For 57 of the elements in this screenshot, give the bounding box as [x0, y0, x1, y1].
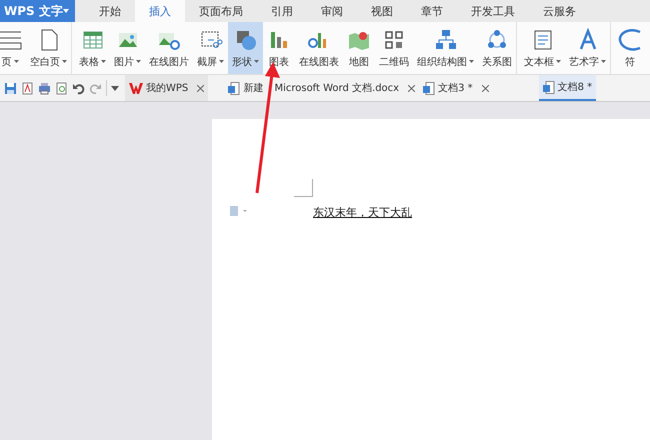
ribbon-tab[interactable]: 页面布局 — [185, 0, 257, 22]
margin-corner-mark — [294, 179, 313, 197]
ribbon-tab[interactable]: 开发工具 — [457, 0, 529, 22]
caret-icon — [254, 60, 259, 63]
ribbon-tab[interactable]: 视图 — [357, 0, 407, 22]
caret-icon — [219, 60, 224, 63]
ribbon-button[interactable]: 在线图表 — [295, 22, 343, 74]
ribbon-button[interactable]: 文本框 — [520, 22, 565, 74]
ribbon-button[interactable]: 地图 — [343, 22, 375, 74]
document-icon — [542, 80, 555, 94]
save-icon[interactable] — [4, 82, 17, 94]
ribbon-button[interactable]: 页 — [0, 22, 26, 74]
caret-icon — [556, 60, 561, 63]
close-icon[interactable] — [197, 84, 204, 92]
ribbon-tab[interactable]: 插入 — [135, 0, 185, 22]
document-icon — [423, 82, 436, 94]
preview-icon[interactable] — [55, 82, 68, 94]
ribbon-tab[interactable]: 云服务 — [529, 0, 590, 22]
ribbon-button[interactable]: 组织结构图 — [413, 22, 478, 74]
caret-icon — [601, 60, 606, 63]
org-chart-icon — [434, 28, 458, 52]
document-tab[interactable]: 文档3 * — [419, 75, 539, 101]
document-tab[interactable]: 文档8 * — [538, 75, 596, 101]
caret-icon — [62, 60, 67, 63]
document-icon — [228, 82, 240, 94]
ribbon-button[interactable]: 艺术字 — [565, 22, 611, 74]
caret-icon — [63, 9, 69, 13]
ribbon-button[interactable]: 二维码 — [375, 22, 413, 74]
paragraph-handle-icon[interactable] — [230, 206, 248, 216]
ribbon-button[interactable]: 表格 — [75, 22, 110, 74]
w-logo-icon — [129, 82, 143, 94]
caret-icon — [469, 60, 474, 63]
close-icon[interactable] — [482, 84, 489, 92]
ribbon-tab[interactable]: 开始 — [85, 0, 135, 22]
ribbon-tab[interactable]: 审阅 — [307, 0, 357, 22]
ribbon-button[interactable]: 在线图片 — [145, 22, 193, 74]
ribbon-button[interactable]: 形状 — [228, 22, 263, 74]
document-tab[interactable]: 新建 Microsoft Word 文档.docx — [224, 75, 420, 101]
symbol-icon — [618, 28, 642, 52]
ribbon-button[interactable]: 符 — [614, 22, 646, 74]
ribbon-button[interactable]: 图片 — [110, 22, 145, 74]
print-icon[interactable] — [38, 82, 51, 94]
ribbon-button[interactable]: 关系图 — [478, 22, 517, 74]
ribbon-button[interactable]: 空白页 — [26, 22, 72, 74]
ribbon-tab[interactable]: 引用 — [257, 0, 307, 22]
app-menu-button[interactable]: WPS 文字 — [0, 0, 75, 22]
caret-icon — [136, 60, 141, 63]
caret-icon — [101, 60, 106, 63]
caret-icon[interactable] — [111, 86, 119, 90]
ribbon-button[interactable]: 截屏 — [193, 22, 228, 74]
close-icon[interactable] — [408, 84, 416, 92]
undo-icon[interactable] — [72, 82, 85, 94]
pdf-icon[interactable] — [21, 82, 34, 94]
caret-icon — [14, 60, 18, 63]
document-text: 东汉末年，天下大乱 — [313, 206, 412, 220]
ribbon-tab[interactable]: 章节 — [407, 0, 457, 22]
document-tab[interactable]: 我的WPS — [125, 75, 208, 101]
